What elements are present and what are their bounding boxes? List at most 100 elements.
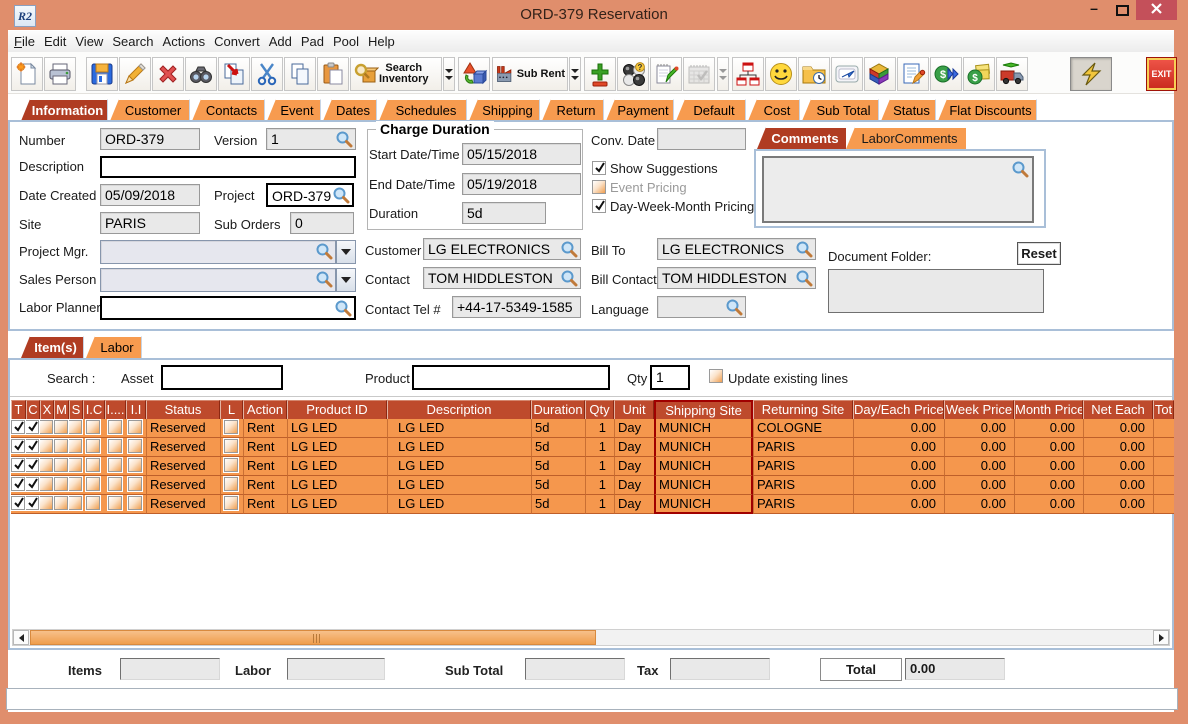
checked-checkbox[interactable] [26,439,39,453]
column-header-action[interactable]: Action [243,400,287,419]
sub-rent-dropdown[interactable] [569,57,581,91]
column-header-product_id[interactable]: Product ID [287,400,387,419]
cell-shipping_site[interactable]: MUNICH [654,495,753,514]
checked-checkbox[interactable] [26,458,39,472]
cell-duration[interactable]: 5d [531,476,585,495]
unchecked-checkbox[interactable] [108,458,122,472]
update-existing-lines-checkbox[interactable] [709,369,723,383]
save-button[interactable] [86,57,118,91]
cell-month_price[interactable]: 0.00 [1014,438,1083,457]
customer-field[interactable]: LG ELECTRONICS [423,238,581,260]
cell-product_id[interactable]: LG LED [287,419,387,438]
cell-unit[interactable]: Day [614,495,654,514]
tab-information[interactable]: Information [21,99,108,121]
checked-checkbox[interactable] [26,496,39,510]
project-mgr-field[interactable] [100,240,336,264]
notes-button[interactable] [650,57,682,91]
cell-ii[interactable] [126,438,146,457]
day-week-month-pricing-checkbox[interactable] [592,199,606,213]
show-suggestions-checkbox[interactable] [592,161,606,175]
paste-button[interactable] [317,57,349,91]
menu-help[interactable]: Help [364,31,399,52]
column-header-status[interactable]: Status [146,400,220,419]
cell-product_id[interactable]: LG LED [287,495,387,514]
menu-actions[interactable]: Actions [159,31,210,52]
language-field[interactable] [657,296,746,318]
column-header-unit[interactable]: Unit [614,400,654,419]
minimize-button[interactable]: – [1083,0,1105,20]
cell-returning_site[interactable]: PARIS [753,457,853,476]
cell-qty[interactable]: 1 [585,457,614,476]
search-icon[interactable] [334,299,352,317]
cell-l[interactable] [220,495,243,514]
cell-duration[interactable]: 5d [531,438,585,457]
cell-net_each[interactable]: 0.00 [1083,419,1153,438]
cell-qty[interactable]: 1 [585,495,614,514]
cell-returning_site[interactable]: PARIS [753,476,853,495]
cell-t[interactable] [11,438,26,457]
cell-s[interactable] [69,419,83,438]
unchecked-checkbox[interactable] [86,477,100,491]
cell-net_each[interactable]: 0.00 [1083,457,1153,476]
unchecked-checkbox[interactable] [40,496,53,510]
cell-action[interactable]: Rent [243,457,287,476]
column-header-tot[interactable]: Tot [1153,400,1174,419]
menu-edit[interactable]: Edit [40,31,70,52]
unchecked-checkbox[interactable] [128,477,142,491]
cell-description[interactable]: LG LED [387,438,531,457]
unchecked-checkbox[interactable] [128,458,142,472]
unchecked-checkbox[interactable] [69,477,82,491]
cell-tot[interactable] [1153,457,1174,476]
unchecked-checkbox[interactable] [54,439,68,453]
scroll-left-button[interactable] [13,630,29,645]
tab-contacts[interactable]: Contacts [192,99,265,121]
unchecked-checkbox[interactable] [128,496,142,510]
cell-day_each_price[interactable]: 0.00 [853,457,944,476]
contact-field[interactable]: TOM HIDDLESTON [423,267,581,289]
checked-checkbox[interactable] [11,496,25,510]
cell-idots[interactable] [105,419,126,438]
unchecked-checkbox[interactable] [108,420,122,434]
cell-ii[interactable] [126,476,146,495]
checked-checkbox[interactable] [11,439,25,453]
cell-month_price[interactable]: 0.00 [1014,495,1083,514]
cell-week_price[interactable]: 0.00 [944,495,1014,514]
cell-action[interactable]: Rent [243,495,287,514]
unchecked-checkbox[interactable] [54,496,68,510]
menu-add[interactable]: Add [265,31,296,52]
column-header-ic[interactable]: I.C [83,400,105,419]
cell-day_each_price[interactable]: 0.00 [853,495,944,514]
checked-checkbox[interactable] [11,458,25,472]
cell-status[interactable]: Reserved [146,419,220,438]
unchecked-checkbox[interactable] [224,477,238,491]
tab-return[interactable]: Return [542,99,604,121]
cell-t[interactable] [11,457,26,476]
org-chart-button[interactable] [732,57,764,91]
sales-person-dropdown[interactable] [336,268,356,292]
cell-day_each_price[interactable]: 0.00 [853,419,944,438]
column-header-x[interactable]: X [40,400,54,419]
cell-c[interactable] [26,438,40,457]
search-icon[interactable] [795,240,813,258]
search-icon[interactable] [332,186,350,204]
column-header-m[interactable]: M [54,400,69,419]
search-icon[interactable] [315,270,333,288]
column-header-month_price[interactable]: Month Price [1014,400,1083,419]
cell-qty[interactable]: 1 [585,438,614,457]
cell-idots[interactable] [105,457,126,476]
unchecked-checkbox[interactable] [108,439,122,453]
column-header-qty[interactable]: Qty [585,400,614,419]
cell-day_each_price[interactable]: 0.00 [853,438,944,457]
cell-m[interactable] [54,476,69,495]
menu-convert[interactable]: Convert [210,31,264,52]
unchecked-checkbox[interactable] [40,477,53,491]
cell-status[interactable]: Reserved [146,438,220,457]
column-header-ii[interactable]: I.I [126,400,146,419]
project-field[interactable]: ORD-379 [266,183,354,207]
cell-ic[interactable] [83,419,105,438]
menu-pad[interactable]: Pad [297,31,328,52]
tab-sub-total[interactable]: Sub Total [802,99,879,121]
menu-search[interactable]: Search [108,31,157,52]
cell-ic[interactable] [83,495,105,514]
cell-ic[interactable] [83,457,105,476]
